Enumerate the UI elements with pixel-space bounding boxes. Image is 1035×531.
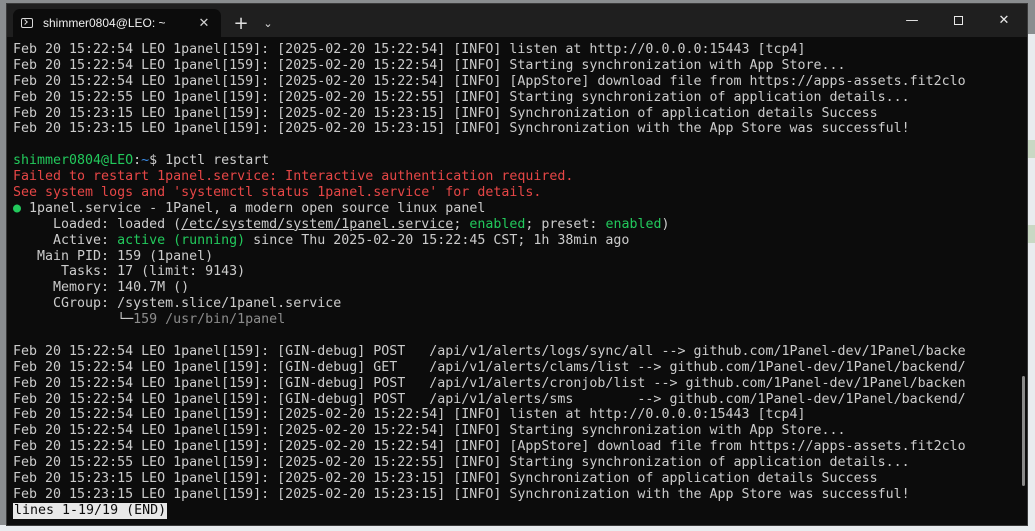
tree-branch: └─ xyxy=(13,312,134,328)
loaded-post: ) xyxy=(661,216,670,232)
log-line: Feb 20 15:22:54 LEO 1panel[159]: [GIN-de… xyxy=(13,360,1007,376)
log-line: Feb 20 15:22:54 LEO 1panel[159]: [2025-0… xyxy=(13,423,1015,439)
prompt-separator: : xyxy=(133,153,142,169)
log-line: Feb 20 15:23:15 LEO 1panel[159]: [2025-0… xyxy=(13,471,1015,487)
terminal-window: shimmer0804@LEO: ~ ✕ + ⌄ — ✕ Feb 20 15:2… xyxy=(6,3,1028,526)
log-block-bottom: Feb 20 15:22:54 LEO 1panel[159]: [GIN-de… xyxy=(13,344,1015,503)
log-text: Feb 20 15:22:55 LEO 1panel[159]: [2025-0… xyxy=(13,455,910,471)
memory-line: Memory: 140.7M () xyxy=(13,280,190,296)
pager-status-line: lines 1-19/19 (END) xyxy=(13,502,1015,519)
loaded-preset-label: ; preset: xyxy=(525,216,606,232)
log-text: Feb 20 15:22:54 LEO 1panel[159]: [2025-0… xyxy=(13,439,966,455)
log-line: Feb 20 15:23:15 LEO 1panel[159]: [2025-0… xyxy=(13,106,1015,122)
loaded-line: Loaded: loaded (/etc/systemd/system/1pan… xyxy=(13,217,1015,233)
prompt-path: ~ xyxy=(141,153,150,169)
pager-status: lines 1-19/19 (END) xyxy=(13,502,168,519)
maximize-button[interactable] xyxy=(935,4,981,37)
log-text: Feb 20 15:22:54 LEO 1panel[159]: [GIN-de… xyxy=(13,359,966,375)
active-line: Active: active (running) since Thu 2025-… xyxy=(13,233,1015,249)
log-text: Feb 20 15:22:54 LEO 1panel[159]: [GIN-de… xyxy=(13,375,966,391)
active-label: Active: xyxy=(13,232,118,248)
log-line: Feb 20 15:22:54 LEO 1panel[159]: [GIN-de… xyxy=(13,376,1007,392)
status-dot-icon: ● xyxy=(13,200,22,216)
chevron-down-icon[interactable]: ⌄ xyxy=(257,9,279,37)
log-line: Feb 20 15:22:55 LEO 1panel[159]: [2025-0… xyxy=(13,455,1015,471)
prompt-line: shimmer0804@LEO:~$ 1pctl restart xyxy=(13,153,1015,169)
active-state: active (running) xyxy=(117,232,246,248)
command-text: 1pctl restart xyxy=(165,153,270,169)
loaded-pre: loaded ( xyxy=(117,216,182,232)
log-text: Feb 20 15:22:55 LEO 1panel[159]: [2025-0… xyxy=(13,89,910,105)
close-tab-icon[interactable]: ✕ xyxy=(195,16,213,31)
log-line: Feb 20 15:22:54 LEO 1panel[159]: [2025-0… xyxy=(13,58,1015,74)
minimize-button[interactable]: — xyxy=(889,4,935,37)
loaded-label: Loaded: xyxy=(13,216,118,232)
log-text: Feb 20 15:23:15 LEO 1panel[159]: [2025-0… xyxy=(13,486,910,502)
log-line: Feb 20 15:23:15 LEO 1panel[159]: [2025-0… xyxy=(13,487,1015,503)
desktop-background-chip xyxy=(1027,140,1035,158)
prompt-symbol: $ xyxy=(149,153,166,169)
enabled-state: enabled xyxy=(469,216,526,232)
title-bar[interactable]: shimmer0804@LEO: ~ ✕ + ⌄ — ✕ xyxy=(7,4,1027,37)
mainpid-line: Main PID: 159 (1panel) xyxy=(13,248,214,264)
tasks-line: Tasks: 17 (limit: 9143) xyxy=(13,264,246,280)
log-line: Feb 20 15:22:54 LEO 1panel[159]: [2025-0… xyxy=(13,42,1015,58)
log-text: Feb 20 15:23:15 LEO 1panel[159]: [2025-0… xyxy=(13,121,910,137)
close-window-button[interactable]: ✕ xyxy=(981,4,1027,37)
cgroup-process-line: └─159 /usr/bin/1panel xyxy=(13,312,1015,328)
loaded-mid: ; xyxy=(453,216,470,232)
log-text: Feb 20 15:23:15 LEO 1panel[159]: [2025-0… xyxy=(13,471,878,487)
service-header: 1panel.service - 1Panel, a modern open s… xyxy=(21,200,486,216)
log-block-top: Feb 20 15:22:54 LEO 1panel[159]: [2025-0… xyxy=(13,42,1015,137)
maximize-icon xyxy=(953,16,963,25)
log-line: Feb 20 15:22:55 LEO 1panel[159]: [2025-0… xyxy=(13,90,1015,106)
log-text: Feb 20 15:23:15 LEO 1panel[159]: [2025-0… xyxy=(13,105,878,121)
tab-terminal[interactable]: shimmer0804@LEO: ~ ✕ xyxy=(13,9,221,37)
log-text: Feb 20 15:22:54 LEO 1panel[159]: [2025-0… xyxy=(13,42,806,57)
log-line: Feb 20 15:23:15 LEO 1panel[159]: [2025-0… xyxy=(13,121,1015,137)
window-controls: — ✕ xyxy=(889,4,1027,37)
terminal-output[interactable]: Feb 20 15:22:54 LEO 1panel[159]: [2025-0… xyxy=(7,37,1015,525)
service-header-line: ● 1panel.service - 1Panel, a modern open… xyxy=(13,201,1015,217)
log-text: Feb 20 15:22:54 LEO 1panel[159]: [2025-0… xyxy=(13,423,846,439)
log-text: Feb 20 15:22:54 LEO 1panel[159]: [GIN-de… xyxy=(13,391,966,407)
prompt-user-host: shimmer0804@LEO xyxy=(13,153,134,169)
error-line: See system logs and 'systemctl status 1p… xyxy=(13,185,542,201)
desktop-background-right xyxy=(1027,34,1035,531)
log-text: Feb 20 15:22:54 LEO 1panel[159]: [2025-0… xyxy=(13,73,966,89)
preset-state: enabled xyxy=(605,216,662,232)
cgroup-line: CGroup: /system.slice/1panel.service xyxy=(13,296,342,312)
log-line: Feb 20 15:22:54 LEO 1panel[159]: [2025-0… xyxy=(13,74,1007,90)
desktop-background-chip xyxy=(1027,225,1035,243)
log-line: Feb 20 15:22:54 LEO 1panel[159]: [2025-0… xyxy=(13,439,1007,455)
log-line: Feb 20 15:22:54 LEO 1panel[159]: [GIN-de… xyxy=(13,392,1007,408)
log-text: Feb 20 15:22:54 LEO 1panel[159]: [GIN-de… xyxy=(13,343,966,359)
new-tab-button[interactable]: + xyxy=(225,9,257,37)
unit-file-path: /etc/systemd/system/1panel.service xyxy=(181,216,454,232)
terminal-icon xyxy=(21,18,33,28)
active-since: since Thu 2025-02-20 15:22:45 CST; 1h 38… xyxy=(245,232,630,248)
error-line: Failed to restart 1panel.service: Intera… xyxy=(13,169,574,185)
log-text: Feb 20 15:22:54 LEO 1panel[159]: [2025-0… xyxy=(13,407,806,423)
log-text: Feb 20 15:22:54 LEO 1panel[159]: [2025-0… xyxy=(13,57,846,73)
tab-title: shimmer0804@LEO: ~ xyxy=(43,16,166,30)
log-line: Feb 20 15:22:54 LEO 1panel[159]: [GIN-de… xyxy=(13,344,1007,360)
scrollbar-thumb[interactable] xyxy=(1022,376,1025,486)
log-line: Feb 20 15:22:54 LEO 1panel[159]: [2025-0… xyxy=(13,407,1015,423)
cgroup-process: 159 /usr/bin/1panel xyxy=(133,312,286,328)
